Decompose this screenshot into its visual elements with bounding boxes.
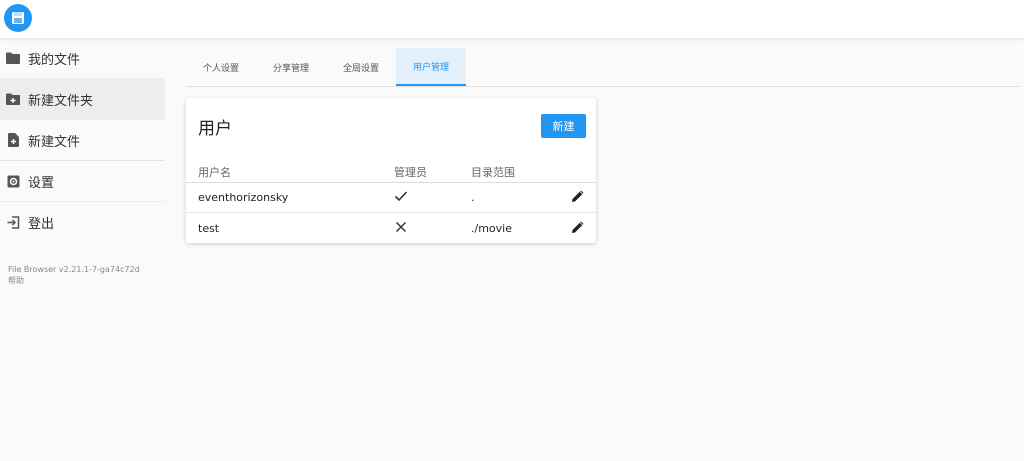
tab-global-settings[interactable]: 全局设置 <box>326 48 396 86</box>
scope-cell: ./movie <box>471 222 512 235</box>
new-folder-icon <box>6 92 20 106</box>
sidebar-item-my-files[interactable]: 我的文件 <box>0 38 165 79</box>
top-bar <box>0 0 1024 38</box>
column-header-admin: 管理员 <box>394 166 427 179</box>
edit-pencil-icon[interactable] <box>571 220 585 237</box>
sidebar-item-label: 设置 <box>28 175 55 191</box>
credits: File Browser v2.21.1-7-ga74c72d 帮助 <box>8 264 140 286</box>
tab-share-management[interactable]: 分享管理 <box>256 48 326 86</box>
column-header-scope: 目录范围 <box>471 166 515 179</box>
sidebar: 我的文件 新建文件夹 新建文件 设置 登出 File Browser v2.21… <box>0 38 165 461</box>
column-header-username: 用户名 <box>198 166 231 179</box>
sidebar-item-label: 新建文件 <box>28 134 81 150</box>
help-link[interactable]: 帮助 <box>8 275 140 286</box>
sidebar-item-label: 我的文件 <box>28 52 81 68</box>
table-row: eventhorizonsky . <box>186 183 596 213</box>
tab-user-management[interactable]: 用户管理 <box>396 48 467 86</box>
folder-icon <box>6 51 20 65</box>
sidebar-item-settings[interactable]: 设置 <box>0 161 165 202</box>
new-file-icon <box>6 133 20 147</box>
sidebar-item-label: 新建文件夹 <box>28 93 94 109</box>
new-user-button[interactable]: 新建 <box>541 114 586 138</box>
tab-profile-settings[interactable]: 个人设置 <box>186 48 256 86</box>
cross-icon <box>394 220 408 237</box>
check-icon <box>394 189 408 206</box>
settings-tabs: 个人设置 分享管理 全局设置 用户管理 <box>186 48 1020 87</box>
sidebar-item-new-file[interactable]: 新建文件 <box>0 120 165 161</box>
users-card: 用户 新建 用户名 管理员 目录范围 eventhorizonsky . tes… <box>186 98 596 243</box>
version-text: File Browser v2.21.1-7-ga74c72d <box>8 265 140 274</box>
logout-icon <box>6 216 20 230</box>
settings-icon <box>6 174 20 188</box>
sidebar-item-new-folder[interactable]: 新建文件夹 <box>0 79 165 120</box>
card-title: 用户 <box>198 119 232 139</box>
table-header: 用户名 管理员 目录范围 <box>186 162 596 183</box>
app-logo-icon[interactable] <box>4 4 32 32</box>
edit-pencil-icon[interactable] <box>571 189 585 206</box>
username-cell: eventhorizonsky <box>198 191 289 204</box>
sidebar-item-label: 登出 <box>28 217 55 232</box>
username-cell: test <box>198 222 220 235</box>
sidebar-item-logout[interactable]: 登出 <box>0 202 165 243</box>
table-row: test ./movie <box>186 214 596 244</box>
scope-cell: . <box>471 191 475 204</box>
